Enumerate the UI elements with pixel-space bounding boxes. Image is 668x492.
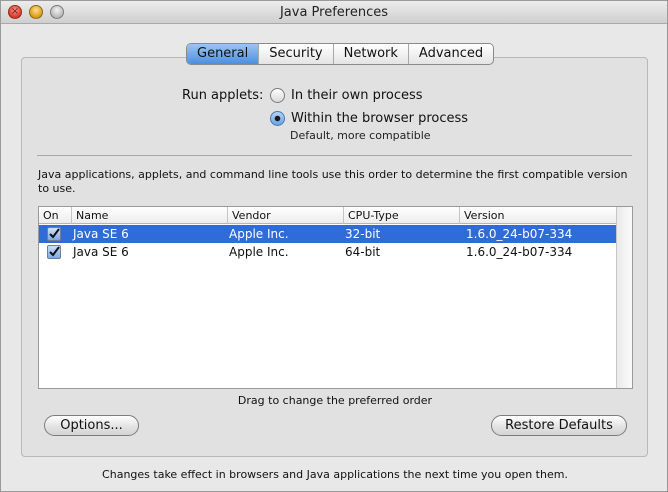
radio-browser-process-sublabel: Default, more compatible bbox=[290, 129, 431, 142]
radio-own-process-label[interactable]: In their own process bbox=[291, 88, 423, 103]
cell-name: Java SE 6 bbox=[73, 227, 129, 241]
tab-security[interactable]: Security bbox=[259, 44, 334, 64]
tab-general[interactable]: General bbox=[187, 44, 260, 64]
table-row[interactable]: Java SE 6 Apple Inc. 64-bit 1.6.0_24-b07… bbox=[39, 243, 616, 261]
table-header: On Name Vendor CPU-Type Version bbox=[39, 207, 616, 224]
cell-version: 1.6.0_24-b07-334 bbox=[466, 227, 573, 241]
column-header-version[interactable]: Version bbox=[460, 207, 616, 224]
column-header-vendor[interactable]: Vendor bbox=[228, 207, 344, 224]
restore-defaults-button[interactable]: Restore Defaults bbox=[491, 415, 627, 436]
footer-note: Changes take effect in browsers and Java… bbox=[102, 468, 568, 481]
column-header-on[interactable]: On bbox=[39, 207, 72, 224]
table-row[interactable]: Java SE 6 Apple Inc. 32-bit 1.6.0_24-b07… bbox=[39, 225, 616, 243]
radio-browser-process[interactable] bbox=[270, 111, 285, 126]
jvm-order-description: Java applications, applets, and command … bbox=[38, 168, 628, 195]
checkmark-icon bbox=[49, 246, 60, 257]
tab-bar: General Security Network Advanced bbox=[186, 43, 495, 65]
cell-name: Java SE 6 bbox=[73, 245, 129, 259]
cell-cpu-type: 64-bit bbox=[345, 245, 381, 259]
radio-own-process[interactable] bbox=[270, 88, 285, 103]
cell-vendor: Apple Inc. bbox=[229, 245, 289, 259]
tab-advanced[interactable]: Advanced bbox=[409, 44, 493, 64]
column-header-name[interactable]: Name bbox=[72, 207, 228, 224]
checkmark-icon bbox=[49, 228, 60, 239]
window-title: Java Preferences bbox=[279, 5, 389, 20]
column-header-cpu-type[interactable]: CPU-Type bbox=[344, 207, 460, 224]
options-button[interactable]: Options... bbox=[44, 415, 139, 436]
enabled-checkbox[interactable] bbox=[47, 245, 61, 259]
tab-network[interactable]: Network bbox=[334, 44, 409, 64]
radio-browser-process-label[interactable]: Within the browser process bbox=[291, 111, 468, 126]
run-applets-label: Run applets: bbox=[182, 88, 264, 103]
drag-hint: Drag to change the preferred order bbox=[237, 394, 433, 407]
java-preferences-window: × Java Preferences General Security Netw… bbox=[0, 0, 668, 492]
enabled-checkbox[interactable] bbox=[47, 227, 61, 241]
cell-version: 1.6.0_24-b07-334 bbox=[466, 245, 573, 259]
title-bar: × Java Preferences bbox=[1, 1, 667, 24]
divider bbox=[37, 155, 632, 156]
cell-cpu-type: 32-bit bbox=[345, 227, 381, 241]
table-scrollbar[interactable] bbox=[616, 207, 632, 388]
cell-vendor: Apple Inc. bbox=[229, 227, 289, 241]
jvm-table: On Name Vendor CPU-Type Version Java SE … bbox=[38, 206, 633, 389]
